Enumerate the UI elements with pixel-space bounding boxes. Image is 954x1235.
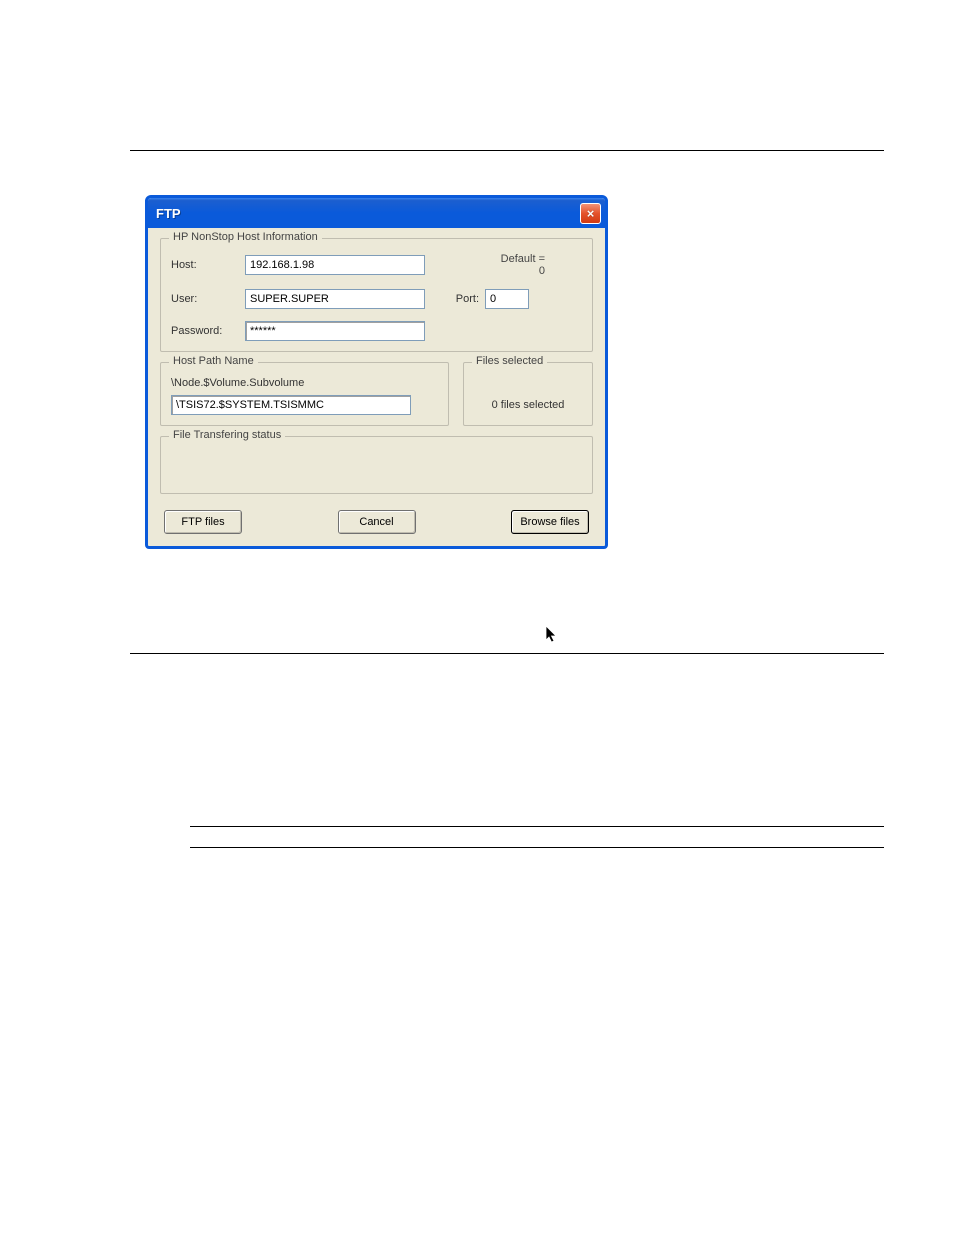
user-input[interactable] [245,289,425,309]
page-divider-top [130,150,884,151]
host-information-group: HP NonStop Host Information Host: Defaul… [160,238,593,352]
browse-files-button[interactable]: Browse files [511,510,589,534]
mouse-cursor-icon [545,626,559,644]
lower-double-rule [190,826,884,868]
host-path-legend: Host Path Name [169,355,258,367]
port-input[interactable] [485,289,529,309]
button-row: FTP files Cancel Browse files [160,504,593,534]
host-label: Host: [171,259,245,271]
user-label: User: [171,293,245,305]
host-path-input[interactable] [171,395,411,415]
files-selected-group: Files selected 0 files selected [463,362,593,426]
port-label: Port: [425,293,485,305]
password-input[interactable] [245,321,425,341]
rule-line-1 [190,826,884,827]
transfer-status-legend: File Transfering status [169,429,285,441]
dialog-body: HP NonStop Host Information Host: Defaul… [148,228,605,546]
titlebar: FTP × [148,198,605,228]
default-port-note: Default = 0 [485,253,545,277]
close-icon: × [587,206,595,221]
host-path-group: Host Path Name \Node.$Volume.Subvolume [160,362,449,426]
ftp-dialog: FTP × HP NonStop Host Information Host: … [145,195,608,549]
ftp-files-button[interactable]: FTP files [164,510,242,534]
host-path-hint: \Node.$Volume.Subvolume [171,377,438,389]
rule-line-2 [190,847,884,848]
transfer-status-group: File Transfering status [160,436,593,494]
files-selected-status: 0 files selected [474,377,582,411]
dialog-title: FTP [156,206,181,221]
path-files-row: Host Path Name \Node.$Volume.Subvolume F… [160,362,593,436]
cancel-button[interactable]: Cancel [338,510,416,534]
host-info-legend: HP NonStop Host Information [169,231,322,243]
password-label: Password: [171,325,245,337]
host-grid: Host: Default = 0 User: Port: Password: [171,253,582,341]
close-button[interactable]: × [580,203,601,224]
page-divider-bottom [130,653,884,654]
host-input[interactable] [245,255,425,275]
files-selected-legend: Files selected [472,355,547,367]
